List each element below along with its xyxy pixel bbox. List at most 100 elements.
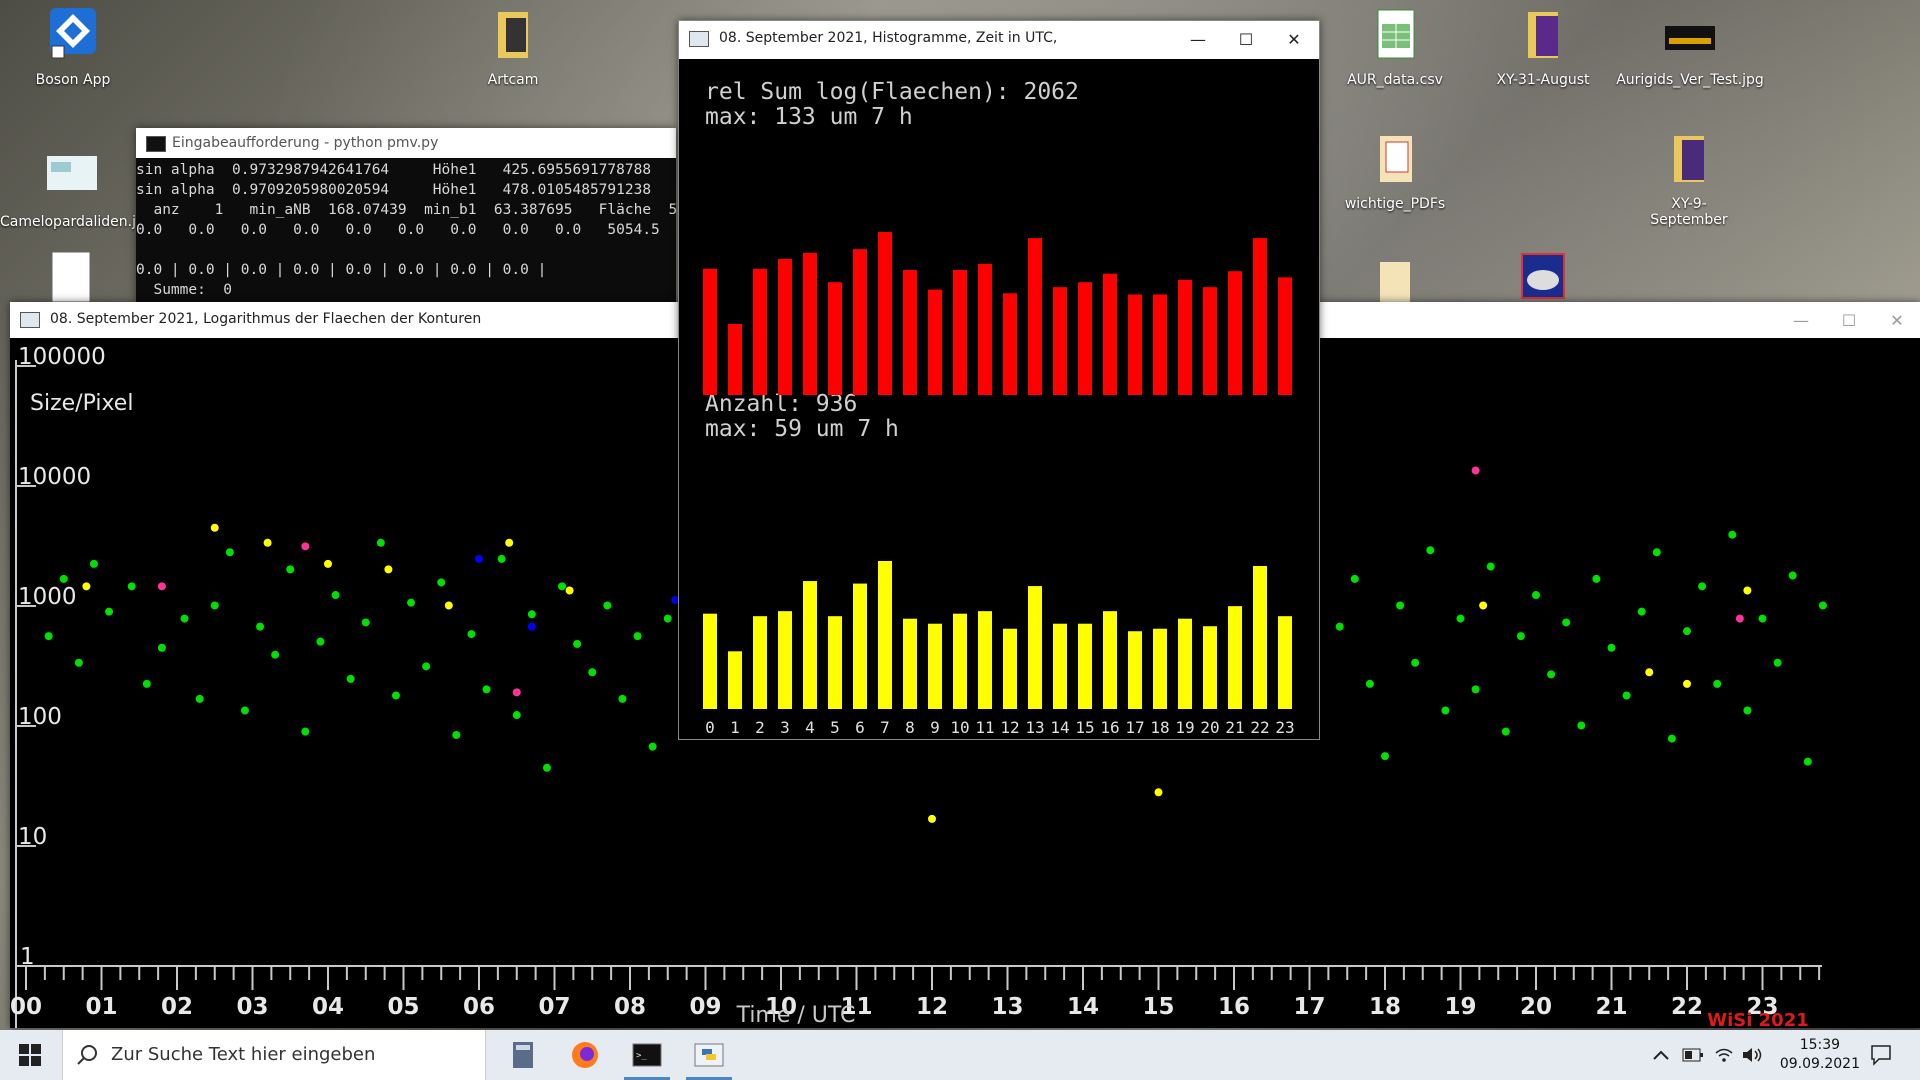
- minimize-button[interactable]: —: [1175, 21, 1221, 57]
- desktop-icon-label: XY-9-September: [1650, 196, 1728, 228]
- desktop-icon-aur-data[interactable]: AUR_data.csv: [1340, 6, 1450, 88]
- desktop-icon-label: XY-31-August: [1496, 72, 1590, 88]
- desktop-icon-aurigids-jpg[interactable]: Aurigids_Ver_Test.jpg: [1612, 6, 1768, 88]
- scatter-point: [361, 618, 370, 627]
- histogram-yellow-bar: [953, 613, 967, 709]
- console-line: sin alpha 0.9732987942641764 Höhe1 425.6…: [136, 162, 652, 178]
- scatter-x-tick-label: 06: [463, 994, 495, 1020]
- scatter-point: [475, 554, 483, 563]
- scatter-point: [573, 639, 582, 648]
- console-window[interactable]: Eingabeaufforderung - python pmv.py sin …: [136, 128, 677, 303]
- histogram-top-max-label: max: 133 um 7 h: [705, 104, 913, 130]
- scatter-point: [127, 582, 136, 591]
- scatter-x-tick-label: 04: [312, 994, 344, 1020]
- start-button[interactable]: [0, 1030, 60, 1080]
- desktop-icon-artcam[interactable]: Artcam: [458, 6, 568, 88]
- maximize-button[interactable]: ☐: [1826, 302, 1872, 338]
- taskbar-calculator[interactable]: [494, 1030, 552, 1080]
- desktop-icon-wichtige-pdfs[interactable]: wichtige_PDFs: [1340, 130, 1450, 212]
- desktop-icon-camelopardaliden[interactable]: Camelopardaliden.j...: [0, 148, 149, 230]
- scatter-point: [210, 523, 219, 532]
- histogram-yellow-bar: [978, 611, 992, 709]
- scatter-point: [1471, 685, 1480, 694]
- close-button[interactable]: ✕: [1874, 302, 1920, 338]
- battery-icon[interactable]: [1682, 1048, 1704, 1062]
- histogram-hour-label: 7: [880, 718, 890, 737]
- folder-icon: [498, 12, 528, 58]
- scatter-point: [512, 711, 521, 720]
- taskbar-python[interactable]: [680, 1030, 738, 1080]
- scatter-point: [1758, 614, 1767, 623]
- desktop-icon-label: Boson App: [35, 72, 111, 88]
- scatter-y-tick-label: 1000: [18, 584, 77, 610]
- console-line: Summe: 0: [136, 282, 233, 298]
- histogram-red-bar: [1228, 271, 1242, 395]
- histogram-red-bar: [978, 263, 992, 395]
- histogram-hour-label: 19: [1175, 718, 1194, 737]
- histogram-yellow-bar: [1228, 606, 1242, 709]
- histogram-yellow-bar: [1203, 626, 1217, 709]
- histogram-titlebar[interactable]: 08. September 2021, Histogramme, Zeit in…: [679, 21, 1319, 59]
- histogram-yellow-bar: [803, 581, 817, 709]
- histogram-hour-label: 9: [930, 718, 940, 737]
- histogram-hour-label: 20: [1200, 718, 1219, 737]
- scatter-point: [1622, 691, 1631, 700]
- scatter-point: [1743, 706, 1752, 715]
- taskbar-clock[interactable]: 15:39 09.09.2021: [1780, 1036, 1860, 1074]
- scatter-point: [437, 578, 446, 587]
- scatter-point: [1577, 721, 1586, 730]
- taskbar-firefox[interactable]: [556, 1030, 614, 1080]
- console-icon: >_: [632, 1043, 662, 1067]
- histogram-red-bar: [1278, 277, 1292, 395]
- minimize-button[interactable]: —: [1778, 302, 1824, 338]
- histogram-red-bar: [1153, 294, 1167, 395]
- scatter-point: [497, 554, 506, 563]
- scatter-point: [1637, 607, 1646, 616]
- scatter-point: [1803, 757, 1812, 766]
- scatter-title: 08. September 2021, Logarithmus der Flae…: [50, 311, 482, 327]
- scatter-point: [1396, 601, 1405, 610]
- chevron-up-icon[interactable]: [1652, 1049, 1670, 1061]
- scatter-point: [422, 662, 431, 671]
- spreadsheet-file-icon: [1377, 9, 1415, 59]
- histogram-yellow-bar: [853, 583, 867, 709]
- taskbar-console[interactable]: >_: [618, 1030, 676, 1080]
- console-app-icon: [146, 136, 166, 152]
- scatter-x-tick-label: 18: [1369, 994, 1401, 1020]
- close-button[interactable]: ✕: [1271, 21, 1317, 57]
- histogram-red-bar: [803, 252, 817, 395]
- maximize-button[interactable]: ☐: [1223, 21, 1269, 57]
- scatter-point: [928, 814, 936, 823]
- console-titlebar[interactable]: Eingabeaufforderung - python pmv.py: [136, 128, 676, 158]
- scatter-x-tick-label: 08: [614, 994, 646, 1020]
- histogram-hour-label: 8: [905, 718, 915, 737]
- scatter-x-tick-label: 21: [1595, 994, 1627, 1020]
- histogram-window[interactable]: 08. September 2021, Histogramme, Zeit in…: [678, 20, 1320, 740]
- scatter-point: [1788, 571, 1797, 580]
- desktop-icon-xy-31-august[interactable]: XY-31-August: [1488, 6, 1598, 88]
- folder-icon: [1380, 136, 1412, 182]
- histogram-yellow-bar: [703, 613, 717, 709]
- scatter-x-tick-label: 12: [916, 994, 948, 1020]
- desktop-icon-xy-9-september[interactable]: XY-9-September: [1634, 130, 1744, 228]
- scatter-point: [384, 565, 393, 574]
- scatter-point: [663, 614, 672, 623]
- scatter-point: [286, 565, 295, 574]
- scatter-point: [195, 694, 204, 703]
- desktop-icon-label: Aurigids_Ver_Test.jpg: [1616, 72, 1764, 88]
- volume-icon[interactable]: [1742, 1047, 1764, 1063]
- desktop-icon-boson-app[interactable]: Boson App: [18, 6, 128, 88]
- wifi-icon[interactable]: [1714, 1047, 1734, 1063]
- console-output[interactable]: sin alpha 0.9732987942641764 Höhe1 425.6…: [136, 160, 677, 300]
- clock-time: 15:39: [1799, 1037, 1841, 1053]
- scatter-y-tick-label: 100: [18, 704, 62, 730]
- scatter-point: [256, 622, 265, 631]
- taskbar-search[interactable]: Zur Suche Text hier eingeben: [62, 1030, 486, 1080]
- histogram-plot: rel Sum log(Flaechen): 2062max: 133 um 7…: [703, 79, 1295, 737]
- scatter-point: [1479, 601, 1488, 610]
- scatter-point: [376, 538, 385, 547]
- scatter-point: [1562, 618, 1571, 627]
- scatter-point: [157, 582, 166, 591]
- notification-icon[interactable]: [1870, 1044, 1892, 1066]
- histogram-red-bar: [1078, 282, 1092, 395]
